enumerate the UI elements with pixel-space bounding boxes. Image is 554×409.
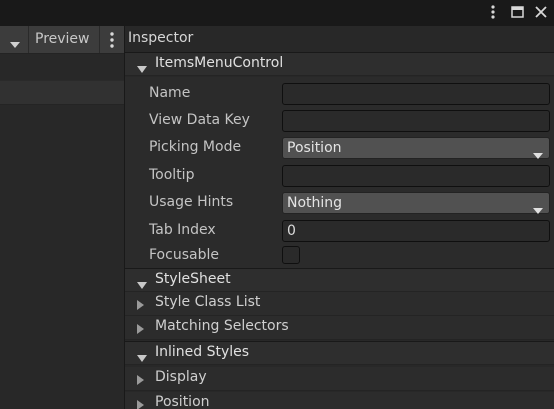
focusable-checkbox[interactable] — [282, 246, 300, 264]
foldout-collapsed-icon — [137, 298, 144, 314]
prop-label: Picking Mode — [149, 139, 242, 155]
prop-label: Tooltip — [149, 167, 195, 183]
prop-label: Name — [149, 85, 191, 101]
foldout-label: Style Class List — [155, 294, 261, 310]
dropdown-value: Nothing — [287, 195, 343, 211]
section-header-stylesheet[interactable]: StyleSheet — [125, 268, 554, 292]
foldout-label: Matching Selectors — [155, 318, 289, 334]
prop-row-focusable: Focusable — [125, 243, 554, 269]
kebab-menu-icon[interactable] — [484, 3, 502, 21]
prop-row-usage-hints: Usage Hints Nothing — [125, 190, 554, 216]
inspector-title: Inspector — [128, 30, 194, 46]
foldout-matching-selectors[interactable]: Matching Selectors — [125, 316, 554, 340]
foldout-display[interactable]: Display — [125, 367, 554, 391]
prop-row-tab-index: Tab Index 0 — [125, 218, 554, 244]
prop-label: View Data Key — [149, 112, 250, 128]
preview-toolbar: Preview — [0, 26, 124, 54]
view-data-key-field[interactable] — [282, 110, 550, 132]
section-label: ItemsMenuControl — [155, 55, 284, 71]
foldout-expanded-icon — [137, 61, 147, 77]
dropdown-value: Position — [287, 140, 342, 156]
foldout-expanded-icon — [137, 277, 147, 293]
chevron-down-icon — [533, 145, 543, 165]
tab-index-field[interactable]: 0 — [282, 220, 550, 242]
usage-hints-dropdown[interactable]: Nothing — [282, 192, 550, 214]
foldout-style-class-list[interactable]: Style Class List — [125, 292, 554, 316]
prop-row-picking-mode: Picking Mode Position — [125, 135, 554, 161]
tooltip-field[interactable] — [282, 165, 550, 187]
prop-label: Focusable — [149, 247, 219, 263]
foldout-collapsed-icon — [137, 398, 144, 409]
kebab-menu-icon[interactable] — [104, 30, 120, 50]
section-header-component[interactable]: ItemsMenuControl — [125, 52, 554, 76]
prop-row-name: Name — [125, 81, 554, 107]
prop-row-tooltip: Tooltip — [125, 163, 554, 189]
foldout-expanded-icon — [137, 350, 147, 366]
foldout-collapsed-icon — [137, 373, 144, 389]
prop-label: Usage Hints — [149, 194, 234, 210]
name-field[interactable] — [282, 83, 550, 105]
chevron-down-icon[interactable] — [10, 36, 20, 52]
foldout-position[interactable]: Position — [125, 392, 554, 409]
window-controls — [484, 3, 550, 21]
prop-row-view-data-key: View Data Key — [125, 108, 554, 134]
section-label: StyleSheet — [155, 271, 231, 287]
picking-mode-dropdown[interactable]: Position — [282, 137, 550, 159]
window-titlebar — [0, 0, 554, 26]
foldout-label: Position — [155, 394, 210, 409]
chevron-down-icon — [533, 200, 543, 220]
maximize-icon[interactable] — [508, 3, 526, 21]
inspector-panel: Inspector ItemsMenuControl Name View Dat… — [125, 26, 554, 409]
foldout-collapsed-icon — [137, 322, 144, 338]
close-icon[interactable] — [532, 3, 550, 21]
selected-tree-row[interactable] — [0, 80, 124, 105]
section-label: Inlined Styles — [155, 344, 250, 360]
prop-label: Tab Index — [149, 222, 216, 238]
foldout-label: Display — [155, 369, 207, 385]
section-header-inlined-styles[interactable]: Inlined Styles — [125, 341, 554, 365]
preview-button[interactable]: Preview — [28, 26, 100, 53]
